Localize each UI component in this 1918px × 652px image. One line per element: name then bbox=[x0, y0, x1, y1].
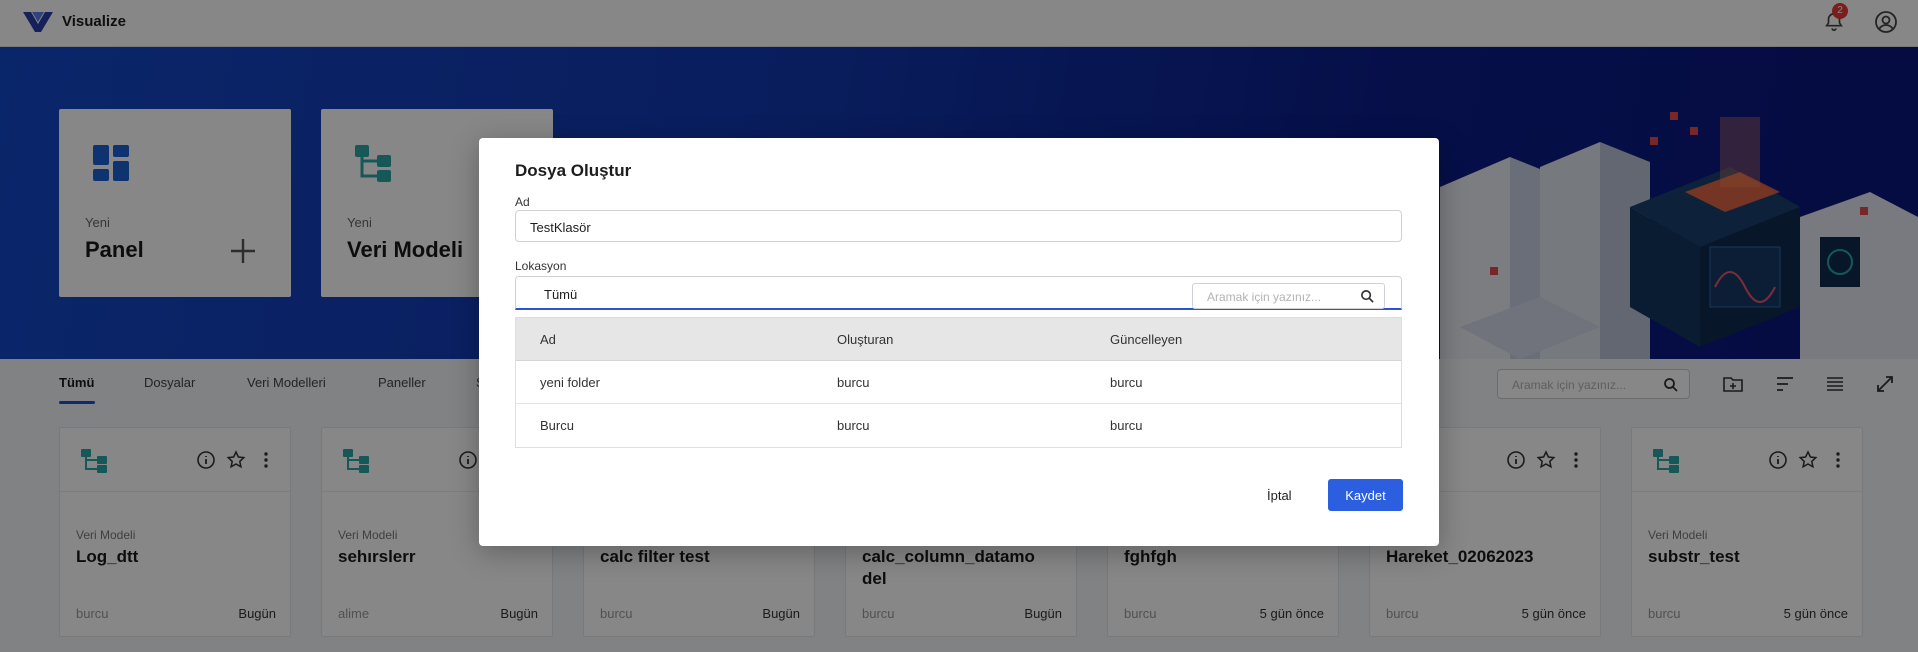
table-header: Ad Oluşturan Güncelleyen bbox=[516, 318, 1401, 361]
search-icon[interactable] bbox=[1360, 289, 1375, 304]
row-name: yeni folder bbox=[540, 375, 600, 390]
column-header-updated-by: Güncelleyen bbox=[1110, 332, 1183, 347]
location-search-placeholder: Aramak için yazınız... bbox=[1207, 290, 1322, 304]
row-name: Burcu bbox=[540, 418, 574, 433]
save-button[interactable]: Kaydet bbox=[1328, 479, 1403, 511]
name-input-value: TestKlasör bbox=[530, 220, 591, 235]
column-header-created-by: Oluşturan bbox=[837, 332, 894, 347]
location-field-label: Lokasyon bbox=[515, 259, 567, 273]
name-field-label: Ad bbox=[515, 195, 530, 209]
cancel-button[interactable]: İptal bbox=[1267, 488, 1292, 503]
name-input[interactable]: TestKlasör bbox=[515, 210, 1402, 242]
column-header-name: Ad bbox=[540, 332, 556, 347]
dialog-title: Dosya Oluştur bbox=[515, 161, 632, 180]
row-updated-by: burcu bbox=[1110, 375, 1143, 390]
create-file-dialog: Dosya Oluştur Ad TestKlasör Lokasyon Tüm… bbox=[479, 138, 1439, 546]
row-created-by: burcu bbox=[837, 418, 870, 433]
table-row[interactable]: Burcu burcu burcu bbox=[516, 404, 1401, 447]
location-selected[interactable]: Tümü bbox=[544, 287, 577, 302]
row-created-by: burcu bbox=[837, 375, 870, 390]
table-row[interactable]: yeni folder burcu burcu bbox=[516, 361, 1401, 404]
location-table: Ad Oluşturan Güncelleyen yeni folder bur… bbox=[515, 317, 1402, 448]
location-selector[interactable]: Tümü Aramak için yazınız... bbox=[515, 276, 1402, 310]
row-updated-by: burcu bbox=[1110, 418, 1143, 433]
location-search-input[interactable]: Aramak için yazınız... bbox=[1192, 283, 1385, 309]
